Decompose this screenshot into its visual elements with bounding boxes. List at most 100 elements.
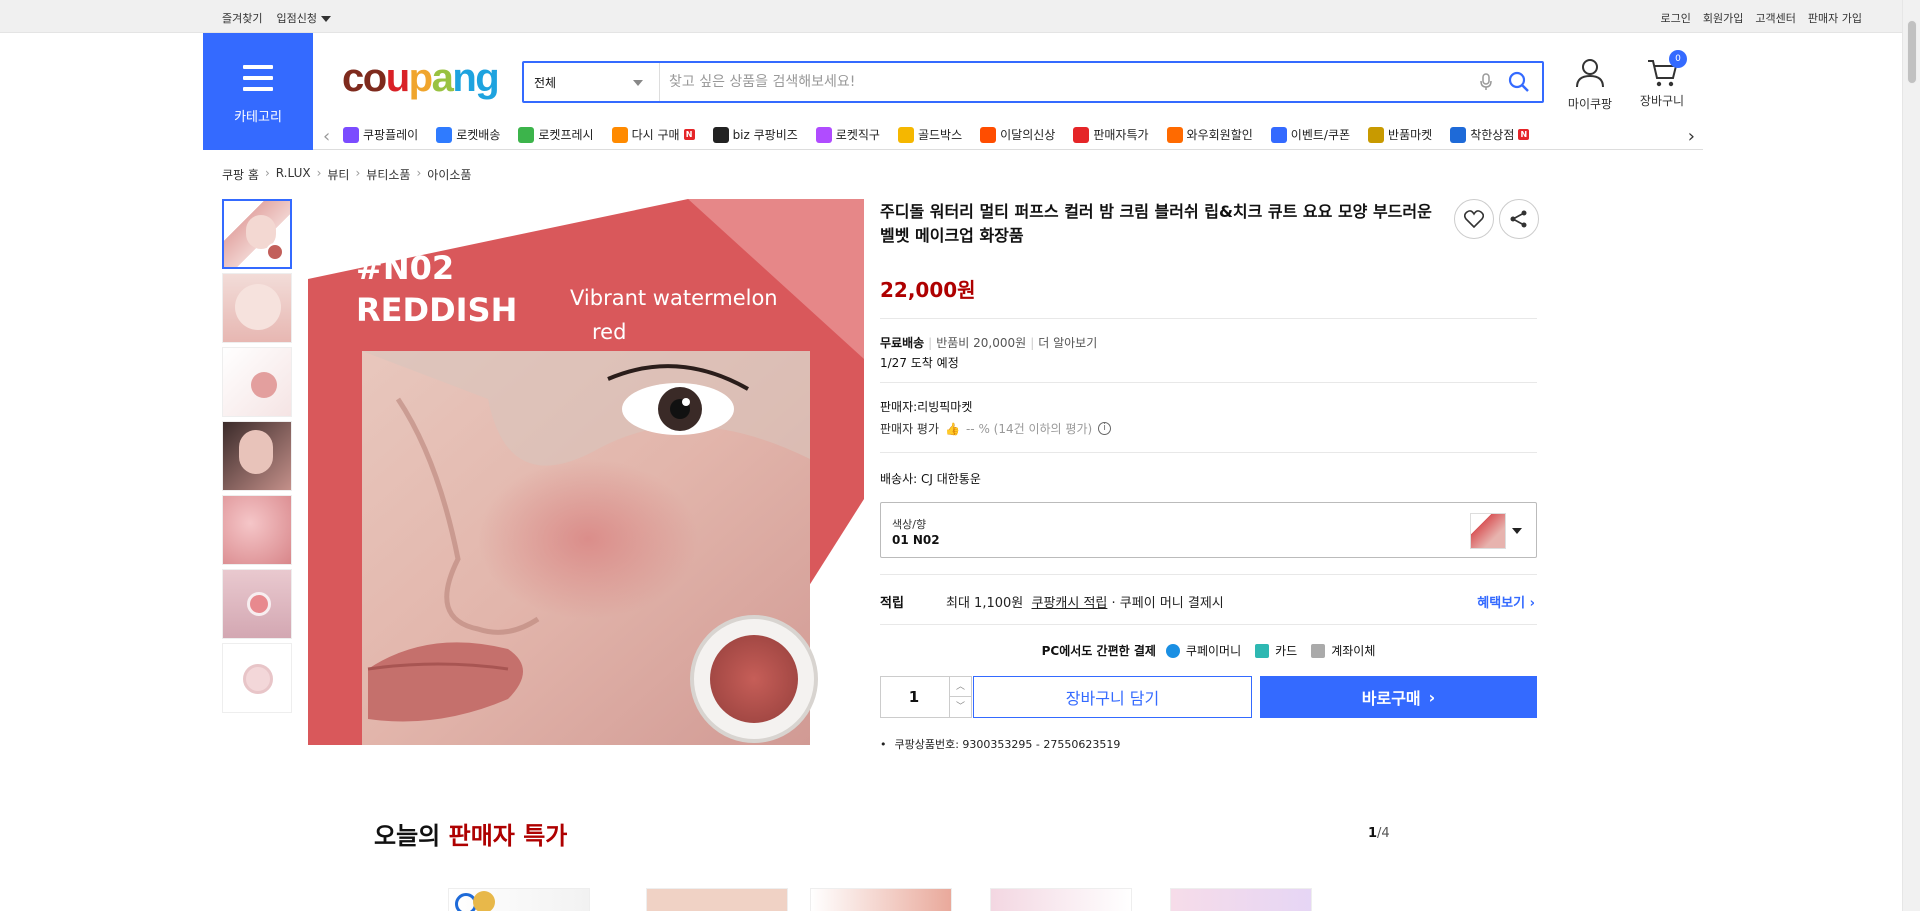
- quantity-value[interactable]: 1: [881, 688, 947, 706]
- seller-name[interactable]: 판매자:리빙픽마켓: [880, 398, 972, 415]
- image-tag-line2: REDDISH: [356, 291, 517, 329]
- seller-signup-link[interactable]: 판매자 가입: [1808, 10, 1862, 26]
- nav-item-label: 이벤트/쿠폰: [1290, 128, 1351, 142]
- coupang-logo[interactable]: coupang: [342, 56, 500, 101]
- arrival-date: 1/27 도착 예정: [880, 356, 959, 370]
- deal-card[interactable]: [646, 888, 788, 911]
- nav-item[interactable]: 로켓프레시: [518, 126, 594, 143]
- product-main-image[interactable]: #N02 REDDISH Vibrant watermelon red: [308, 199, 864, 745]
- quantity-decrease-icon[interactable]: ﹀: [949, 697, 971, 717]
- product-thumbnail[interactable]: [222, 273, 292, 343]
- breadcrumb-item[interactable]: R.LUX: [276, 166, 311, 183]
- coupang-cash-link[interactable]: 쿠팡캐시 적립: [1032, 596, 1108, 611]
- quantity-increase-icon[interactable]: ︿: [949, 677, 971, 697]
- seller-rating: 판매자 평가 👍 -- % (14건 이하의 평가) i: [880, 420, 1112, 437]
- breadcrumb-item[interactable]: 아이소품: [427, 166, 471, 183]
- product-price: 22,000원: [880, 278, 976, 302]
- nav-item[interactable]: 다시 구매 N: [611, 126, 695, 143]
- free-shipping-label: 무료배송: [880, 336, 925, 350]
- nav-item[interactable]: 이벤트/쿠폰: [1270, 126, 1351, 143]
- nav-item-label: 다시 구매: [631, 128, 680, 142]
- thumbs-up-icon: 👍: [945, 421, 960, 436]
- signup-link[interactable]: 회원가입: [1703, 10, 1743, 26]
- nav-item-icon: [1450, 126, 1467, 143]
- top-utility-bar: 즐겨찾기 입점신청 로그인 회원가입 고객센터 판매자 가입: [0, 0, 1902, 33]
- buy-now-button[interactable]: 바로구매 ›: [1260, 676, 1537, 718]
- page-scrollbar[interactable]: [1902, 0, 1920, 911]
- share-button[interactable]: [1499, 199, 1539, 239]
- product-thumbnail[interactable]: [222, 569, 292, 639]
- search-icon[interactable]: [1508, 71, 1530, 97]
- chevron-right-icon: ›: [1428, 687, 1436, 707]
- breadcrumb-item[interactable]: 쿠팡 홈: [222, 166, 259, 183]
- quantity-stepper[interactable]: 1 ︿ ﹀: [880, 676, 972, 718]
- search-scope-select[interactable]: 전체: [524, 63, 660, 101]
- image-tag-sub1: Vibrant watermelon: [570, 286, 778, 310]
- product-thumbnail[interactable]: [222, 347, 292, 417]
- easy-payment-info: PC에서도 간편한 결제 쿠페이머니 카드 계좌이체: [880, 642, 1537, 659]
- product-thumbnail[interactable]: [222, 199, 292, 269]
- store-apply-dropdown[interactable]: 입점신청: [276, 10, 331, 26]
- more-info-link[interactable]: 더 알아보기: [1038, 336, 1097, 350]
- login-link[interactable]: 로그인: [1661, 10, 1691, 26]
- microphone-icon[interactable]: [1480, 73, 1492, 95]
- scrollbar-thumb[interactable]: [1907, 20, 1917, 84]
- product-thumbnail[interactable]: [222, 643, 292, 713]
- pay-method: 카드: [1275, 644, 1298, 658]
- nav-item[interactable]: 판매자특가: [1073, 126, 1149, 143]
- deal-card[interactable]: [1170, 888, 1312, 911]
- nav-item-label: 착한상점: [1470, 128, 1515, 142]
- nav-item-label: 골드박스: [917, 128, 963, 142]
- benefits-link[interactable]: 혜택보기 ›: [1477, 592, 1535, 611]
- nav-item[interactable]: 쿠팡플레이: [343, 126, 418, 143]
- product-thumbnail-list: [222, 199, 293, 717]
- nav-item[interactable]: biz 쿠팡비즈: [712, 126, 798, 143]
- product-thumbnail[interactable]: [222, 421, 292, 491]
- nav-item-label: 로켓배송: [456, 128, 501, 142]
- nav-item-icon: [1270, 126, 1287, 143]
- user-icon: [1576, 59, 1604, 88]
- cart-button[interactable]: 0 장바구니: [1627, 50, 1697, 109]
- deal-card[interactable]: [448, 888, 590, 911]
- caret-down-icon: [320, 16, 331, 22]
- chevron-down-icon: [1512, 528, 1522, 534]
- product-title: 주디돌 워터리 멀티 퍼프스 컬러 밤 크림 블러쉬 립&치크 큐트 요요 모양…: [880, 202, 1432, 245]
- category-label: 카테고리: [234, 110, 282, 125]
- customer-center-link[interactable]: 고객센터: [1755, 10, 1795, 26]
- breadcrumb-item[interactable]: 뷰티: [327, 166, 349, 183]
- deals-pager: 1/4: [1368, 826, 1390, 841]
- nav-item-label: 쿠팡플레이: [363, 128, 419, 142]
- nav-item[interactable]: 로켓직구: [815, 126, 880, 143]
- nav-item-label: 반품마켓: [1388, 128, 1433, 142]
- deal-card[interactable]: [990, 888, 1132, 911]
- nav-item-label: 와우회원할인: [1186, 128, 1253, 142]
- wishlist-button[interactable]: [1454, 199, 1494, 239]
- favorites-link[interactable]: 즐겨찾기: [222, 10, 262, 26]
- nav-item[interactable]: 이달의신상: [980, 126, 1055, 143]
- image-tag-line1: #N02: [356, 249, 454, 287]
- deals-section-title: 오늘의 판매자 특가: [374, 822, 568, 850]
- bank-transfer-icon: [1311, 643, 1326, 658]
- nav-item[interactable]: 착한상점 N: [1450, 126, 1530, 143]
- my-coupang-button[interactable]: 마이쿠팡: [1555, 58, 1625, 112]
- search-input[interactable]: [669, 63, 1469, 101]
- option-select[interactable]: 색상/향 01 N02: [880, 502, 1537, 558]
- nav-item[interactable]: 반품마켓: [1368, 126, 1432, 143]
- breadcrumb-item[interactable]: 뷰티소품: [366, 166, 410, 183]
- nav-next-arrow-icon[interactable]: ›: [1688, 126, 1695, 147]
- add-to-cart-button[interactable]: 장바구니 담기: [973, 676, 1252, 718]
- product-thumbnail[interactable]: [222, 495, 292, 565]
- nav-item[interactable]: 골드박스: [897, 126, 963, 143]
- info-icon[interactable]: i: [1098, 422, 1112, 435]
- nav-item[interactable]: 로켓배송: [436, 126, 500, 143]
- nav-prev-arrow-icon[interactable]: ‹: [323, 126, 330, 147]
- category-menu-button[interactable]: 카테고리: [203, 33, 313, 150]
- quick-nav-bar: ‹ 쿠팡플레이 로켓배송 로켓프레시 다시 구매 Nbiz 쿠팡비즈 로켓직구 골드박스 이달…: [313, 122, 1703, 150]
- new-badge: N: [1518, 129, 1530, 140]
- nav-item[interactable]: 와우회원할인: [1166, 126, 1253, 143]
- search-scope-value: 전체: [534, 76, 557, 90]
- deal-card[interactable]: [810, 888, 952, 911]
- share-icon: [1510, 210, 1527, 228]
- image-tag-sub2: red: [592, 320, 626, 344]
- reward-label: 적립: [880, 596, 904, 611]
